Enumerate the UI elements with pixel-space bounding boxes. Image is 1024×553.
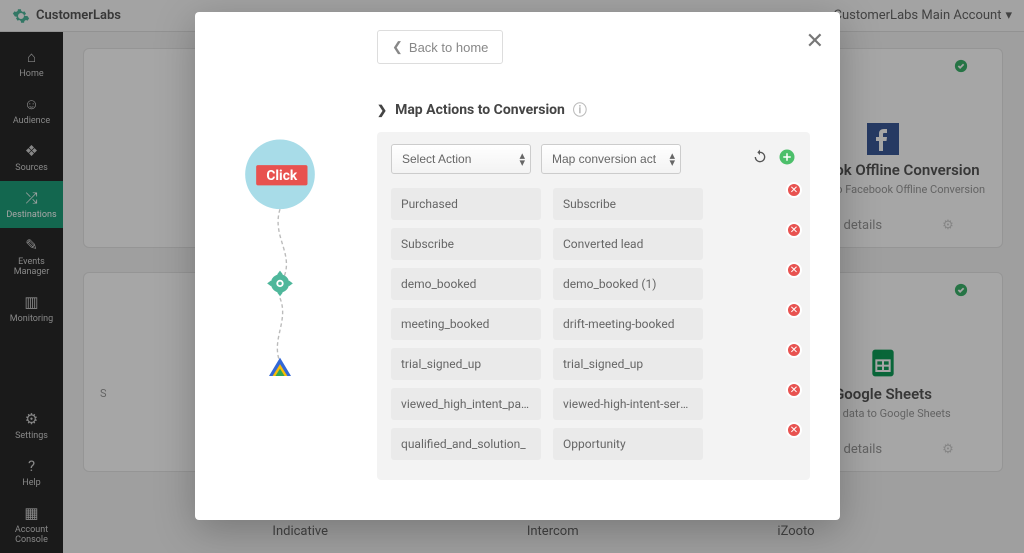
mapping-panel: Select Action ▴▾ Map conversion actio ▴▾	[377, 132, 810, 480]
mapping-conversion-cell: trial_signed_up	[553, 348, 703, 380]
info-icon[interactable]: ⓘ	[573, 100, 587, 120]
mapping-conversion-cell: Opportunity	[553, 428, 703, 460]
map-actions-modal: ✕ Click ❮ Back to home	[195, 12, 840, 520]
mapping-action-cell: trial_signed_up	[391, 348, 541, 380]
mapping-action-cell: viewed_high_intent_pages	[391, 388, 541, 420]
updown-icon: ▴▾	[519, 152, 525, 166]
svg-text:Click: Click	[266, 168, 297, 184]
refresh-button[interactable]	[752, 149, 768, 169]
mapping-row: qualified_and_solution_ Opportunity ✕	[391, 428, 796, 460]
mapping-head: Select Action ▴▾ Map conversion actio ▴▾	[391, 144, 796, 174]
close-icon: ✕	[790, 265, 798, 276]
modal-content-panel: ❮ Back to home ❯ Map Actions to Conversi…	[365, 12, 840, 520]
mapping-row: viewed_high_intent_pages viewed-high-inte…	[391, 388, 796, 420]
mapping-action-cell: Subscribe	[391, 228, 541, 260]
mapping-conversion-cell: Subscribe	[553, 188, 703, 220]
close-icon: ✕	[790, 345, 798, 356]
refresh-icon	[752, 149, 768, 165]
illustration: Click	[225, 36, 335, 496]
delete-mapping-button[interactable]: ✕	[786, 302, 802, 318]
section-header[interactable]: ❯ Map Actions to Conversion ⓘ	[377, 100, 810, 120]
close-button[interactable]: ✕	[806, 28, 824, 54]
mapping-conversion-cell: viewed-high-intent-server	[553, 388, 703, 420]
section-title: Map Actions to Conversion	[395, 102, 565, 118]
close-icon: ✕	[790, 305, 798, 316]
map-conversion-dropdown[interactable]: Map conversion actio	[541, 144, 681, 174]
mapping-action-cell: meeting_booked	[391, 308, 541, 340]
chevron-right-icon: ❯	[377, 103, 387, 117]
delete-mapping-button[interactable]: ✕	[786, 222, 802, 238]
mapping-row: Purchased Subscribe ✕	[391, 188, 796, 220]
mapping-row: demo_booked demo_booked (1) ✕	[391, 268, 796, 300]
back-to-home-button[interactable]: ❮ Back to home	[377, 30, 503, 64]
delete-mapping-button[interactable]: ✕	[786, 182, 802, 198]
mapping-action-cell: Purchased	[391, 188, 541, 220]
close-icon: ✕	[790, 185, 798, 196]
delete-mapping-button[interactable]: ✕	[786, 382, 802, 398]
modal-illustration-panel: Click	[195, 12, 365, 520]
mapping-action-cell: qualified_and_solution_	[391, 428, 541, 460]
delete-mapping-button[interactable]: ✕	[786, 422, 802, 438]
close-icon: ✕	[790, 225, 798, 236]
plus-circle-icon	[778, 148, 796, 166]
delete-mapping-button[interactable]: ✕	[786, 342, 802, 358]
mapping-row: Subscribe Converted lead ✕	[391, 228, 796, 260]
mapping-row: trial_signed_up trial_signed_up ✕	[391, 348, 796, 380]
mapping-row: meeting_booked drift-meeting-booked ✕	[391, 308, 796, 340]
back-to-home-label: Back to home	[409, 40, 489, 55]
mapping-action-cell: demo_booked	[391, 268, 541, 300]
chevron-left-icon: ❮	[392, 39, 403, 55]
delete-mapping-button[interactable]: ✕	[786, 262, 802, 278]
close-icon: ✕	[790, 385, 798, 396]
updown-icon: ▴▾	[669, 152, 675, 166]
close-icon: ✕	[790, 425, 798, 436]
close-icon: ✕	[806, 28, 824, 53]
mapping-conversion-cell: Converted lead	[553, 228, 703, 260]
select-action-dropdown[interactable]: Select Action	[391, 144, 531, 174]
add-mapping-button[interactable]	[778, 148, 796, 170]
mapping-conversion-cell: demo_booked (1)	[553, 268, 703, 300]
mapping-conversion-cell: drift-meeting-booked	[553, 308, 703, 340]
